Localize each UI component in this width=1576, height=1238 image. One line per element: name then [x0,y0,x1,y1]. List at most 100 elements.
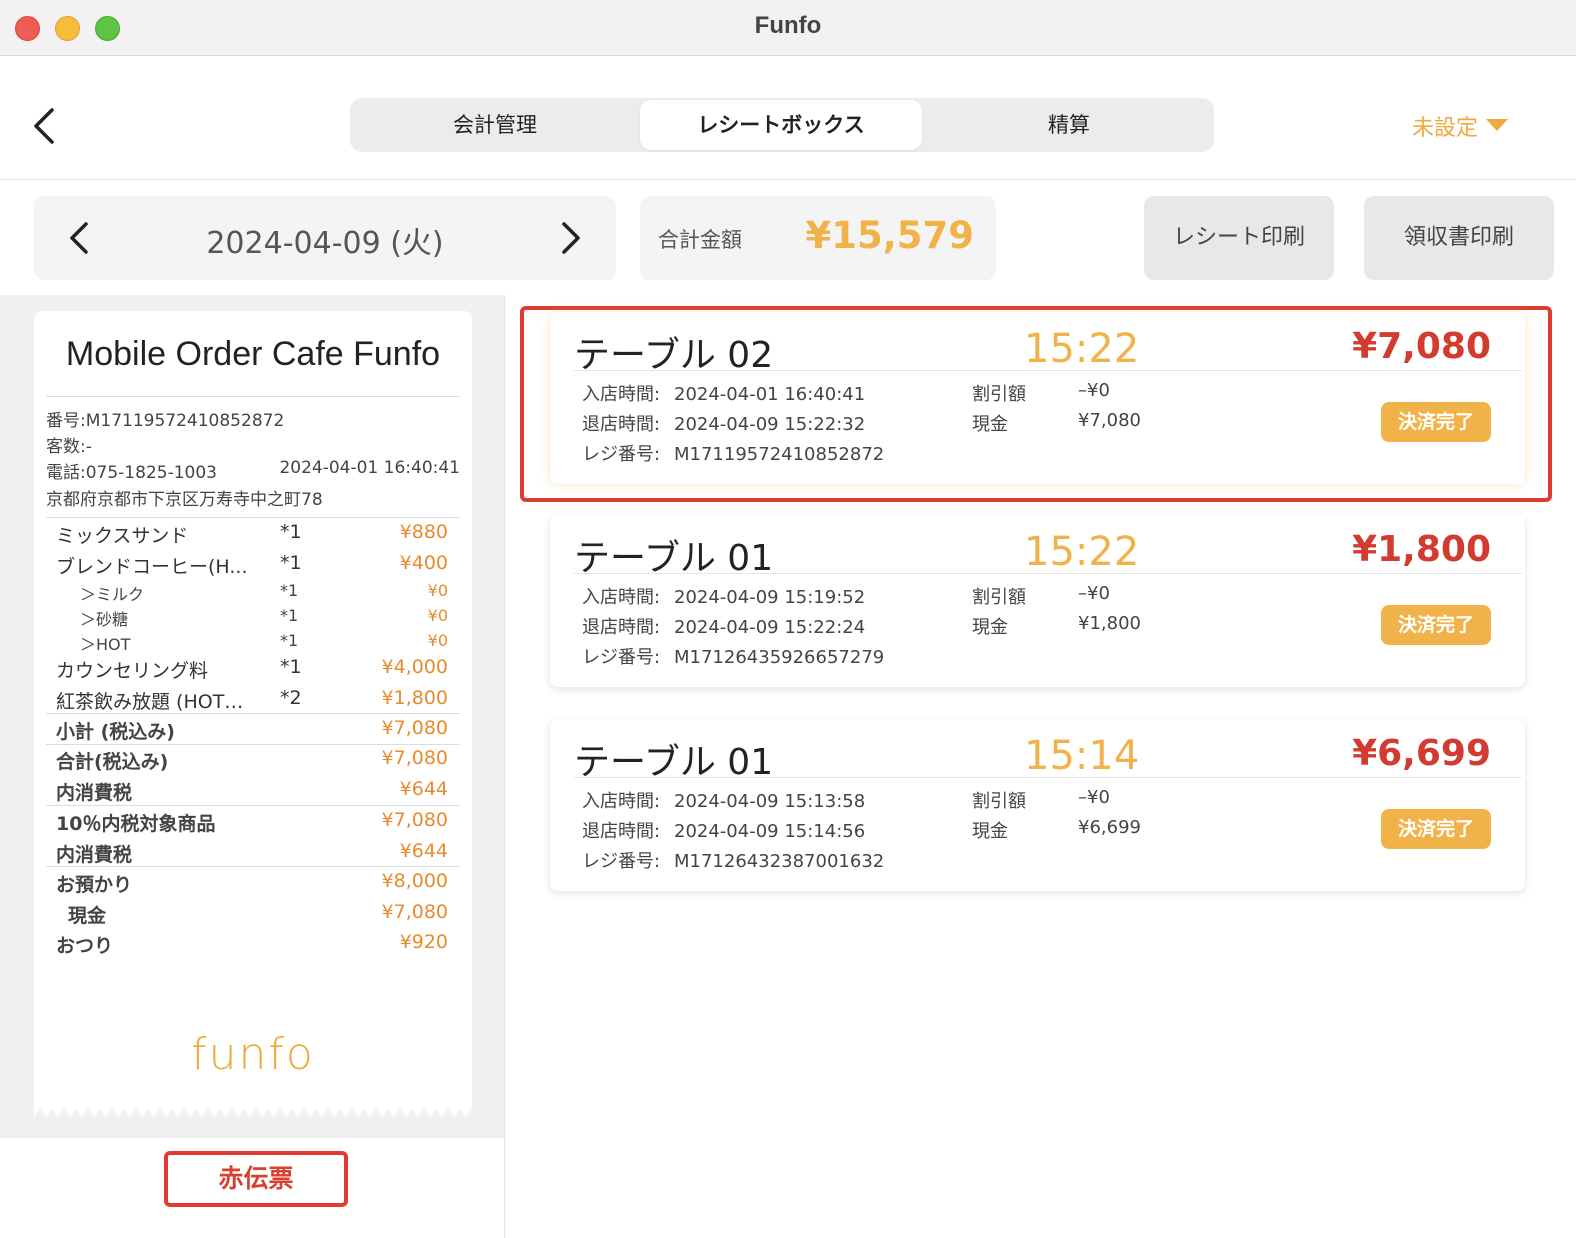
divider [574,573,1522,574]
summary-label: 小計 (税込み) [56,721,175,743]
enter-time-row: 入店時間: 2024-04-09 15:19:52 [582,583,865,609]
item-qty: *1 [280,581,299,600]
enter-time-label: 入店時間: [582,384,661,405]
exit-time-value: 2024-04-09 15:22:32 [674,414,866,435]
enter-time-label: 入店時間: [582,587,661,608]
date-picker: 2024-04-09 (火) [34,196,616,280]
discount-label: 割引額 [972,791,1026,812]
item-price: ¥880 [399,521,448,543]
list-item: ＞HOT *1 ¥0 [56,631,448,659]
summary-value: ¥7,080 [381,809,448,831]
receipt-datetime: 2024-04-01 16:40:41 [279,458,460,478]
receipt-paper: Mobile Order Cafe Funfo 番号:M171195724108… [34,311,472,1101]
guest-count: 客数:- [46,437,92,457]
order-card[interactable]: テーブル 01 15:22 ¥1,800 入店時間: 2024-04-09 15:… [550,515,1525,687]
tab-accounting[interactable]: 会計管理 [350,98,640,152]
divider [46,866,460,867]
item-name: カウンセリング料 [56,660,209,682]
item-price: ¥4,000 [381,656,448,678]
item-name: ＞ミルク [80,585,145,604]
divider [46,713,460,714]
list-item: ミックスサンド *1 ¥880 [56,521,448,549]
register-no-label: レジ番号: [582,444,661,465]
summary-row: 合計(税込み) ¥7,080 [56,747,448,775]
red-slip-button[interactable]: 赤伝票 [164,1151,348,1207]
chevron-right-icon [562,222,580,254]
order-card[interactable]: テーブル 01 15:14 ¥6,699 入店時間: 2024-04-09 15:… [550,719,1525,891]
item-name: ＞砂糖 [80,610,129,629]
item-qty: *1 [280,521,302,543]
shop-phone: 電話:075-1825-1003 [46,463,217,483]
summary-label: 合計(税込み) [56,751,169,773]
discount-label: 割引額 [972,384,1026,405]
print-receipt-button[interactable]: レシート印刷 [1144,196,1334,280]
back-button[interactable] [28,106,64,146]
item-price: ¥1,800 [381,687,448,709]
status-badge: 決済完了 [1381,605,1491,645]
item-qty: *2 [280,687,302,709]
item-price: ¥400 [399,552,448,574]
print-invoice-button[interactable]: 領収書印刷 [1364,196,1554,280]
divider [46,396,460,397]
tab-settlement[interactable]: 精算 [924,98,1214,152]
exit-time-label: 退店時間: [582,617,661,638]
item-price: ¥0 [427,631,448,650]
item-name: ブレンドコーヒー(H... [56,556,248,578]
store-select-label: 未設定 [1412,116,1479,141]
cash-value: ¥7,080 [1078,410,1141,431]
summary-label: 内消費税 [56,782,133,804]
exit-time-label: 退店時間: [582,414,661,435]
register-no-row: レジ番号: M17126435926657279 [582,643,884,669]
summary-value: ¥920 [399,931,448,953]
summary-value: ¥8,000 [381,870,448,892]
divider [574,370,1522,371]
divider [46,805,460,806]
list-item: カウンセリング料 *1 ¥4,000 [56,656,448,684]
window-title: Funfo [754,12,822,39]
item-price: ¥0 [427,581,448,600]
current-date[interactable]: 2024-04-09 (火) [34,218,616,262]
total-amount-label: 合計金額 [658,228,742,252]
total-amount-value: ¥15,579 [805,214,974,257]
summary-value: ¥7,080 [381,717,448,739]
exit-time-value: 2024-04-09 15:22:24 [674,617,866,638]
register-no-label: レジ番号: [582,851,661,872]
item-name: ＞HOT [80,635,131,654]
shop-name: Mobile Order Cafe Funfo [65,335,441,373]
exit-time-row: 退店時間: 2024-04-09 15:14:56 [582,817,865,843]
item-qty: *1 [280,606,299,625]
summary-label: おつり [56,935,114,957]
summary-row: 現金 ¥7,080 [56,901,448,929]
enter-time-row: 入店時間: 2024-04-09 15:13:58 [582,787,865,813]
receipt-torn-edge [34,1101,472,1117]
enter-time-value: 2024-04-01 16:40:41 [674,384,866,405]
order-amount: ¥6,699 [1352,733,1491,774]
cash-label: 現金 [972,821,1008,842]
list-item: 紅茶飲み放題 (HOT… *2 ¥1,800 [56,687,448,715]
discount-label: 割引額 [972,587,1026,608]
tab-receipt-box[interactable]: レシートボックス [640,100,922,150]
discount-value: –¥0 [1078,380,1110,401]
item-name: 紅茶飲み放題 (HOT… [56,691,244,713]
order-amount: ¥7,080 [1352,326,1491,367]
summary-label: 10％内税対象商品 [56,813,216,835]
discount-value: –¥0 [1078,583,1110,604]
order-card[interactable]: テーブル 02 15:22 ¥7,080 入店時間: 2024-04-01 16:… [550,312,1525,484]
list-item: ＞砂糖 *1 ¥0 [56,606,448,634]
divider [574,777,1522,778]
enter-time-value: 2024-04-09 15:13:58 [674,791,866,812]
status-badge: 決済完了 [1381,402,1491,442]
exit-time-row: 退店時間: 2024-04-09 15:22:32 [582,410,865,436]
store-select[interactable]: 未設定 [1412,110,1509,142]
chevron-left-icon [34,108,54,144]
view-tabs: 会計管理 レシートボックス 精算 [350,98,1214,152]
summary-label: 内消費税 [56,844,133,866]
divider [46,517,460,518]
summary-row: 内消費税 ¥644 [56,778,448,806]
summary-row: 小計 (税込み) ¥7,080 [56,717,448,745]
register-no-value: M17119572410852872 [674,444,885,465]
summary-label: 現金 [68,905,107,927]
receipt-preview-panel: Mobile Order Cafe Funfo 番号:M171195724108… [0,295,505,1238]
next-day-button[interactable] [556,218,586,258]
exit-time-row: 退店時間: 2024-04-09 15:22:24 [582,613,865,639]
